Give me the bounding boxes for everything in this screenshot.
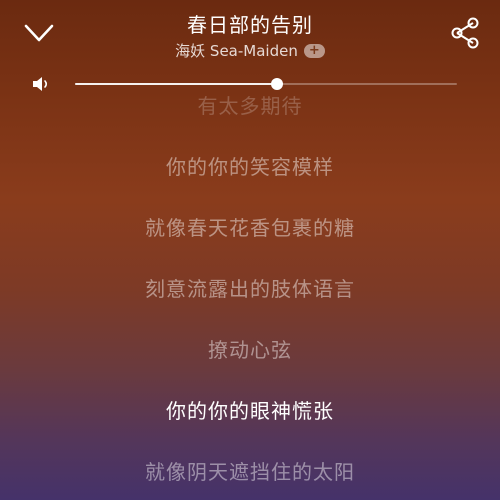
artist-name[interactable]: 海妖 Sea-Maiden [175,40,298,61]
volume-slider-fill [75,83,278,85]
lyrics-panel[interactable]: 有太多期待你的你的笑容模样 就像春天花香包裹的糖 刻意流露出的肢体语言 撩动心弦你的你… [0,88,500,500]
lyric-line[interactable]: 就像阴天遮挡住的太阳 [0,456,500,485]
lyric-line[interactable]: 刻意流露出的肢体语言 [0,273,500,302]
share-button[interactable] [448,15,482,51]
lyric-line[interactable]: 就像春天花香包裹的糖 [0,212,500,241]
lyric-line[interactable]: 你的你的笑容模样 [0,151,500,180]
artist-row: 海妖 Sea-Maiden + [0,40,500,61]
lyric-line-current[interactable]: 你的你的眼神慌张 [0,395,500,424]
lyric-line[interactable]: 撩动心弦 [0,334,500,363]
follow-artist-button[interactable]: + [303,43,325,58]
share-icon [451,17,479,49]
song-title: 春日部的告别 [187,13,313,37]
volume-slider[interactable] [75,78,457,90]
lyric-line[interactable]: 有太多期待 [0,90,500,119]
player-header: 春日部的告别 海妖 Sea-Maiden + [0,0,500,66]
